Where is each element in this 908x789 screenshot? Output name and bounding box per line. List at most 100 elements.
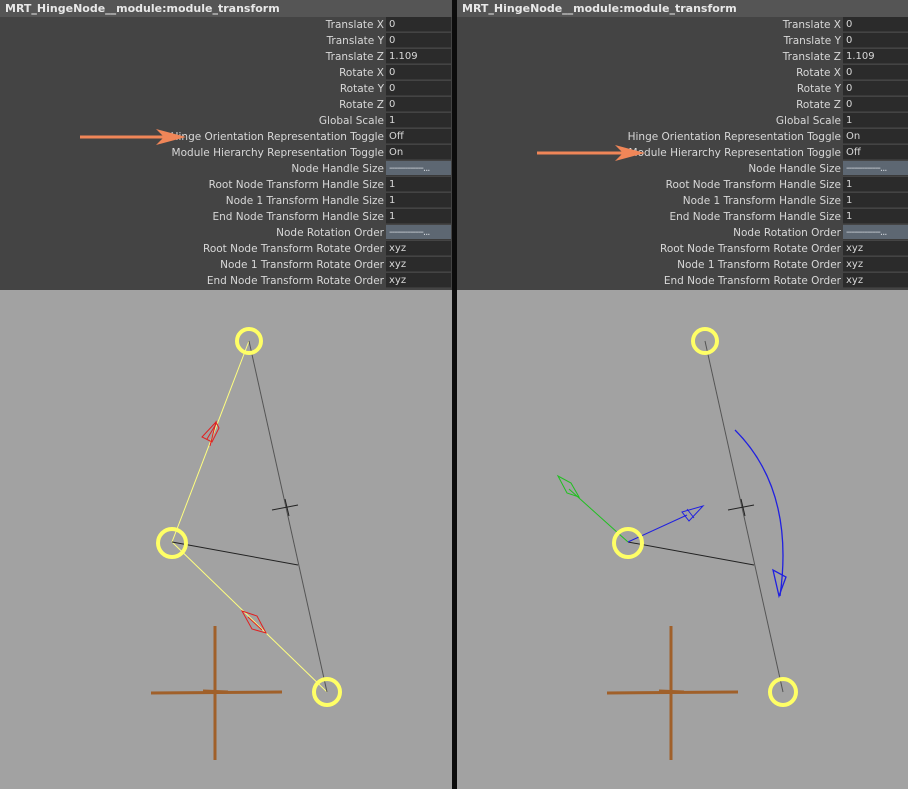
attr-row-rotate-z[interactable]: Rotate Z0: [0, 97, 452, 113]
attr-row-end-handle-size[interactable]: End Node Transform Handle Size 1: [0, 209, 452, 225]
attr-value[interactable]: 0: [386, 65, 451, 80]
attr-row-root-rotate-order[interactable]: Root Node Transform Rotate Order xyz: [0, 241, 452, 257]
attr-row-node-handle-size[interactable]: Node Handle Size -------------...: [457, 161, 908, 177]
attr-row-node-rotation-order[interactable]: Node Rotation Order -------------...: [0, 225, 452, 241]
attr-value[interactable]: Off: [843, 145, 908, 160]
attr-value[interactable]: 1: [386, 193, 451, 208]
attr-value[interactable]: 1: [843, 193, 908, 208]
attr-value[interactable]: 1.109: [386, 49, 451, 64]
hierarchy-line: [171, 541, 328, 693]
attr-row-module-hierarchy-toggle[interactable]: Module Hierarchy Representation Toggle On: [0, 145, 452, 161]
attr-value[interactable]: xyz: [843, 273, 908, 288]
attr-value[interactable]: 0: [386, 97, 451, 112]
highlight-arrow-icon: [80, 129, 186, 145]
panel-left: MRT_HingeNode__module:module_transform T…: [0, 0, 452, 789]
attr-row-end-handle-size[interactable]: End Node Transform Handle Size 1: [457, 209, 908, 225]
attr-value[interactable]: xyz: [386, 241, 451, 256]
attr-row-node1-handle-size[interactable]: Node 1 Transform Handle Size 1: [457, 193, 908, 209]
attr-row-global-scale[interactable]: Global Scale 1: [0, 113, 452, 129]
attr-separator-value: -------------...: [843, 225, 908, 240]
attr-value[interactable]: xyz: [386, 257, 451, 272]
attr-row-translate-x[interactable]: Translate X0: [457, 17, 908, 33]
attr-value[interactable]: 0: [386, 17, 451, 32]
attr-value[interactable]: xyz: [843, 241, 908, 256]
channel-box: Translate X0 Translate Y0 Translate Z 1.1…: [0, 17, 452, 290]
attr-value[interactable]: On: [843, 129, 908, 144]
viewport-3d[interactable]: [457, 290, 908, 789]
attr-row-translate-x[interactable]: Translate X0: [0, 17, 452, 33]
module-line: [171, 541, 299, 566]
attr-row-translate-y[interactable]: Translate Y0: [457, 33, 908, 49]
attr-value[interactable]: 0: [386, 33, 451, 48]
attr-label: End Node Transform Handle Size: [669, 211, 841, 223]
attr-value[interactable]: Off: [386, 129, 451, 144]
attr-label: Root Node Transform Handle Size: [665, 179, 841, 191]
attr-value[interactable]: On: [386, 145, 451, 160]
attr-row-translate-z[interactable]: Translate Z 1.109: [457, 49, 908, 65]
attr-row-translate-z[interactable]: Translate Z 1.109: [0, 49, 452, 65]
attr-label: Hinge Orientation Representation Toggle: [170, 131, 384, 143]
orientation-axis-icon: [734, 429, 787, 599]
attr-value[interactable]: 0: [843, 33, 908, 48]
viewport-scene: [556, 327, 798, 760]
attr-row-rotate-y[interactable]: Rotate Y0: [457, 81, 908, 97]
attr-label: Rotate Y: [339, 83, 384, 95]
attr-row-rotate-x[interactable]: Rotate X0: [457, 65, 908, 81]
node-ring-icon[interactable]: [156, 527, 188, 559]
channel-box-title: MRT_HingeNode__module:module_transform: [0, 0, 452, 17]
attr-value[interactable]: 0: [386, 81, 451, 96]
module-line: [704, 340, 784, 693]
attr-label: Root Node Transform Rotate Order: [660, 243, 841, 255]
world-origin-cross-icon: [606, 626, 739, 760]
attr-value[interactable]: 1: [843, 113, 908, 128]
attr-value[interactable]: 0: [843, 65, 908, 80]
attr-value[interactable]: 1: [386, 209, 451, 224]
attr-label: Rotate Z: [339, 99, 384, 111]
attr-label: End Node Transform Rotate Order: [663, 275, 841, 287]
attr-value[interactable]: 1.109: [843, 49, 908, 64]
attr-row-root-handle-size[interactable]: Root Node Transform Handle Size 1: [457, 177, 908, 193]
attr-row-node1-rotate-order[interactable]: Node 1 Transform Rotate Order xyz: [457, 257, 908, 273]
attr-value[interactable]: xyz: [843, 257, 908, 272]
attr-label: Rotate Y: [796, 83, 841, 95]
attr-row-root-handle-size[interactable]: Root Node Transform Handle Size 1: [0, 177, 452, 193]
attr-label: Root Node Transform Handle Size: [208, 179, 384, 191]
attr-value[interactable]: 0: [843, 81, 908, 96]
attr-row-node1-handle-size[interactable]: Node 1 Transform Handle Size 1: [0, 193, 452, 209]
attr-row-rotate-z[interactable]: Rotate Z0: [457, 97, 908, 113]
attr-label: Module Hierarchy Representation Toggle: [171, 147, 384, 159]
attr-label: Node 1 Transform Handle Size: [682, 195, 841, 207]
attr-row-end-rotate-order[interactable]: End Node Transform Rotate Order xyz: [457, 273, 908, 289]
attr-value[interactable]: 0: [843, 17, 908, 32]
attr-row-node1-rotate-order[interactable]: Node 1 Transform Rotate Order xyz: [0, 257, 452, 273]
viewport-3d[interactable]: [0, 290, 452, 789]
attr-row-node-handle-size[interactable]: Node Handle Size -------------...: [0, 161, 452, 177]
channel-box-title: MRT_HingeNode__module:module_transform: [457, 0, 908, 17]
attr-separator-value: -------------...: [386, 161, 451, 176]
attr-row-module-hierarchy-toggle[interactable]: Module Hierarchy Representation Toggle Of…: [457, 145, 908, 161]
attr-row-node-rotation-order[interactable]: Node Rotation Order -------------...: [457, 225, 908, 241]
attr-value[interactable]: 1: [386, 113, 451, 128]
attr-label: Translate Z: [782, 51, 841, 63]
attr-label: Global Scale: [318, 115, 384, 127]
world-origin-cross-icon: [150, 626, 283, 760]
attr-label: Node 1 Transform Rotate Order: [220, 259, 384, 271]
attr-label: Hinge Orientation Representation Toggle: [627, 131, 841, 143]
attr-label: Node Handle Size: [291, 163, 384, 175]
attr-value[interactable]: 1: [843, 209, 908, 224]
attr-label: Node Rotation Order: [276, 227, 384, 239]
attr-row-hinge-orientation-toggle[interactable]: Hinge Orientation Representation Toggle O…: [0, 129, 452, 145]
node-ring-icon[interactable]: [612, 527, 644, 559]
attr-row-translate-y[interactable]: Translate Y0: [0, 33, 452, 49]
attr-row-global-scale[interactable]: Global Scale 1: [457, 113, 908, 129]
attr-row-end-rotate-order[interactable]: End Node Transform Rotate Order xyz: [0, 273, 452, 289]
attr-value[interactable]: 1: [843, 177, 908, 192]
attr-row-root-rotate-order[interactable]: Root Node Transform Rotate Order xyz: [457, 241, 908, 257]
attr-row-rotate-x[interactable]: Rotate X0: [0, 65, 452, 81]
attr-value[interactable]: 0: [843, 97, 908, 112]
attr-value[interactable]: xyz: [386, 273, 451, 288]
attr-row-rotate-y[interactable]: Rotate Y0: [0, 81, 452, 97]
attr-row-hinge-orientation-toggle[interactable]: Hinge Orientation Representation Toggle O…: [457, 129, 908, 145]
attr-label: Rotate X: [796, 67, 841, 79]
attr-value[interactable]: 1: [386, 177, 451, 192]
